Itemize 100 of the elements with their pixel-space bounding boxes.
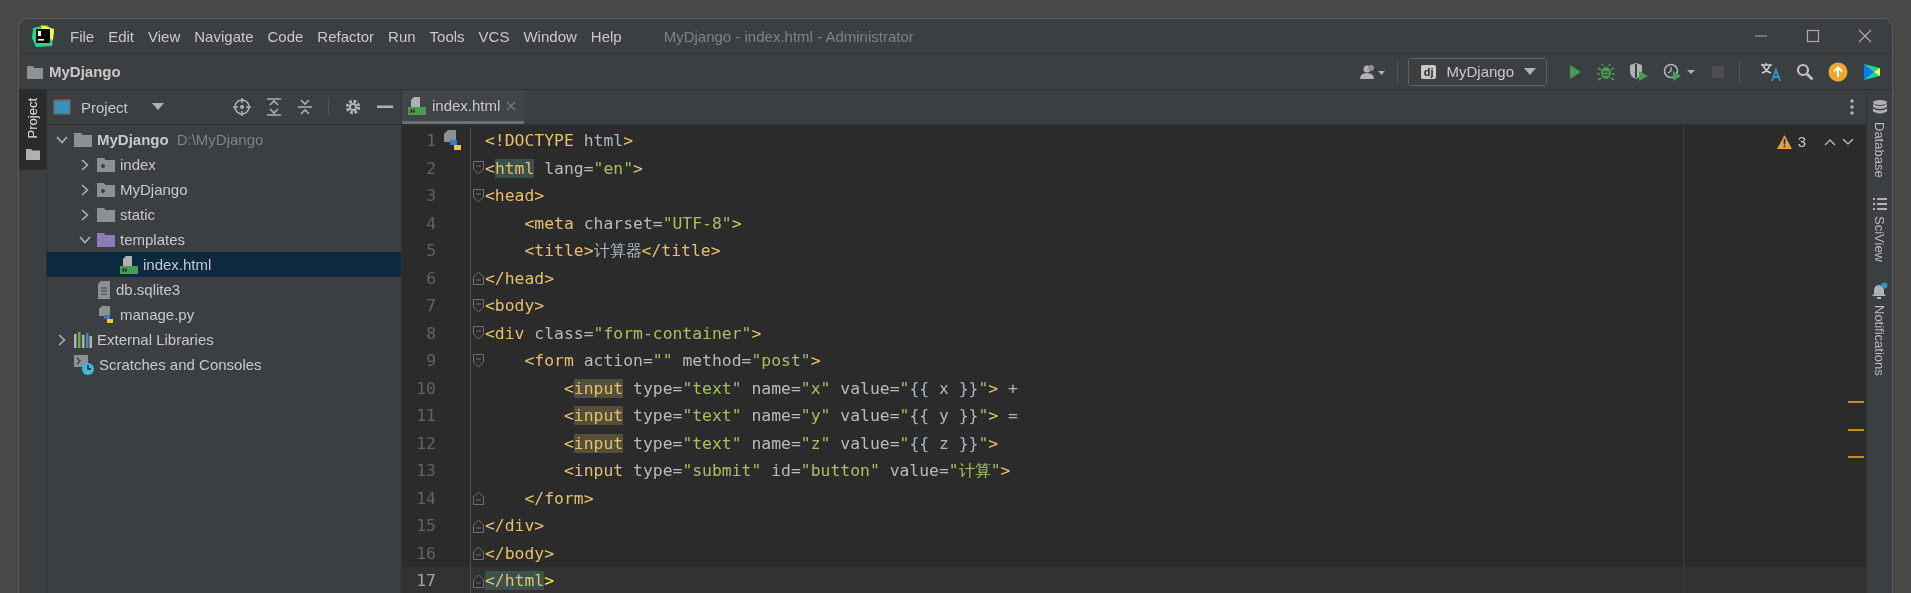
tool-window-tab[interactable]: Database — [1872, 100, 1887, 178]
warning-stripe-mark[interactable] — [1848, 401, 1864, 404]
menu-item[interactable]: Navigate — [194, 27, 254, 45]
fold-marker-icon[interactable] — [472, 188, 484, 203]
line-number: 14 — [415, 488, 436, 508]
locate-icon[interactable] — [233, 98, 251, 116]
menu-item[interactable]: VCS — [478, 27, 510, 45]
line-number: 3 — [425, 186, 436, 206]
code-line: <input type="text" name="y" value="{{ y }}"> = — [562, 406, 1018, 426]
project-path: D:\MyDjango — [176, 131, 264, 148]
update-icon[interactable] — [1828, 61, 1848, 82]
more-icon[interactable] — [1850, 99, 1854, 115]
html-file-icon — [120, 255, 138, 274]
expand-all-icon[interactable] — [266, 98, 282, 116]
collapse-all-icon[interactable] — [297, 98, 313, 116]
menu-item[interactable]: File — [70, 27, 95, 45]
line-number: 13 — [415, 461, 436, 481]
folder-icon — [97, 207, 115, 222]
fold-marker-icon[interactable] — [472, 518, 484, 533]
code-line: <head> — [485, 186, 545, 206]
fold-marker-icon[interactable] — [472, 353, 484, 368]
folder-icon — [97, 232, 115, 247]
caret-icon — [1524, 67, 1536, 76]
shield-run-icon[interactable] — [1629, 62, 1649, 81]
fold-marker-icon[interactable] — [472, 546, 484, 561]
line-number: 11 — [415, 406, 436, 426]
editor-tab[interactable]: index.html — [402, 90, 525, 124]
line-number: 15 — [415, 516, 436, 536]
line-number: 17 — [415, 571, 436, 591]
tree-item[interactable]: MyDjango — [47, 177, 401, 202]
warning-icon[interactable] — [1776, 134, 1792, 149]
chevron-icon[interactable] — [56, 135, 68, 144]
chevron-icon[interactable] — [58, 333, 66, 346]
fold-marker-icon[interactable] — [472, 491, 484, 506]
chevron-icon[interactable] — [81, 183, 89, 196]
menu-item[interactable]: Window — [523, 27, 577, 45]
panel-title[interactable]: Project — [81, 98, 128, 116]
line-number: 16 — [415, 543, 436, 563]
search-icon[interactable] — [1796, 62, 1814, 81]
tool-window-tab[interactable]: Project — [19, 90, 46, 171]
code-line: <html lang="en"> — [485, 158, 643, 178]
hide-icon[interactable] — [377, 105, 393, 109]
caret-icon[interactable] — [151, 103, 164, 111]
toolbox-logo-icon[interactable] — [1862, 61, 1882, 82]
fold-marker-icon[interactable] — [472, 271, 484, 286]
warning-stripe-mark[interactable] — [1848, 456, 1864, 459]
menu-item[interactable]: Edit — [108, 27, 135, 45]
code-line: <div class="form-container"> — [485, 323, 762, 343]
window-title: MyDjango - index.html - Administrator — [663, 27, 914, 45]
tree-item[interactable]: index.html — [47, 252, 401, 277]
line-number: 6 — [425, 268, 436, 288]
warning-stripe-mark[interactable] — [1848, 428, 1864, 431]
line-number: 5 — [425, 241, 436, 261]
tree-item[interactable]: manage.py — [47, 302, 401, 327]
chevron-up-icon[interactable] — [1824, 137, 1836, 146]
menu-item[interactable]: Refactor — [317, 27, 375, 45]
chevron-icon[interactable] — [81, 158, 89, 171]
chevron-icon[interactable] — [79, 235, 91, 244]
project-name[interactable]: MyDjango — [49, 63, 121, 80]
tool-window-tab[interactable]: SciView — [1872, 197, 1887, 262]
tree-item[interactable]: External Libraries — [47, 327, 401, 352]
warning-count[interactable]: 3 — [1797, 133, 1806, 150]
menu-item[interactable]: Help — [590, 27, 622, 45]
tree-item[interactable]: templates — [47, 227, 401, 252]
menu-item[interactable]: View — [148, 27, 181, 45]
maximize-icon[interactable] — [1806, 29, 1820, 43]
file-icon — [97, 280, 111, 299]
tree-item[interactable]: Scratches and Consoles — [47, 352, 401, 377]
chevron-icon[interactable] — [81, 208, 89, 221]
code-line: <input type="text" name="x" value="{{ x }}"> + — [562, 378, 1018, 398]
fold-marker-icon[interactable] — [472, 326, 484, 341]
settings-icon[interactable] — [344, 98, 362, 116]
run-icon[interactable] — [1567, 63, 1583, 80]
tool-window-tab[interactable]: Notifications — [1871, 281, 1888, 376]
menu-item[interactable]: Run — [388, 27, 416, 45]
fold-marker-icon[interactable] — [472, 298, 484, 313]
python-file-icon[interactable] — [443, 129, 463, 152]
code-line: </head> — [485, 268, 555, 288]
chevron-down-icon[interactable] — [1842, 137, 1854, 146]
line-number: 12 — [415, 433, 436, 453]
bug-icon[interactable] — [1597, 62, 1615, 81]
profiler-icon[interactable] — [1663, 62, 1697, 81]
tree-item[interactable]: MyDjango D:\MyDjango — [47, 127, 401, 152]
window-icon — [53, 99, 71, 115]
fold-marker-icon[interactable] — [472, 161, 484, 176]
table-icon — [1872, 197, 1887, 210]
line-number: 9 — [425, 351, 436, 371]
menu-item[interactable]: Tools — [429, 27, 465, 45]
menu-item[interactable]: Code — [267, 27, 304, 45]
user-icon[interactable] — [1358, 63, 1387, 80]
code-line: <title>计算器</title> — [523, 239, 721, 262]
tree-item[interactable]: index — [47, 152, 401, 177]
fold-marker-icon[interactable] — [472, 573, 484, 588]
code-line: <input type="text" name="z" value="{{ z }}"> — [562, 433, 999, 453]
tree-item[interactable]: db.sqlite3 — [47, 277, 401, 302]
run-config-dropdown[interactable]: dj MyDjango — [1407, 57, 1547, 86]
translate-icon[interactable] — [1760, 61, 1782, 82]
python-file-icon — [97, 305, 115, 324]
tree-item[interactable]: static — [47, 202, 401, 227]
close-icon[interactable] — [1858, 29, 1872, 43]
